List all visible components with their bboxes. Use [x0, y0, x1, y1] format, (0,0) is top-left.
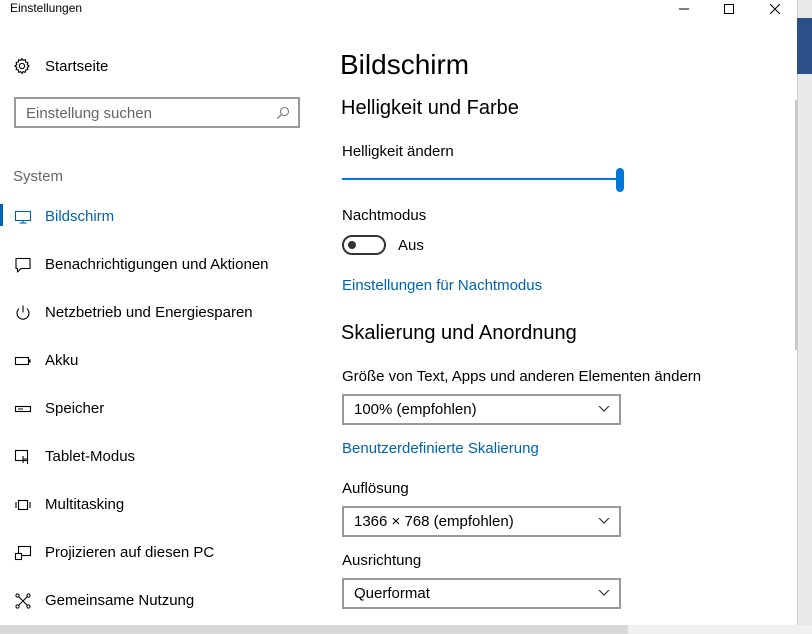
toggle-knob — [348, 241, 356, 249]
sidebar-item-gemeinsame-nutzung[interactable]: Gemeinsame Nutzung — [0, 590, 320, 614]
page-title: Bildschirm — [340, 49, 470, 80]
orientation-select[interactable]: Querformat — [342, 578, 621, 609]
window-title: Einstellungen — [10, 1, 83, 15]
close-button[interactable] — [752, 0, 797, 18]
search-icon[interactable] — [276, 106, 290, 120]
sidebar-item-tablet-modus[interactable]: Tablet-Modus — [0, 446, 320, 470]
sidebar-item-multitasking[interactable]: Multitasking — [0, 494, 320, 518]
sidebar-item-bildschirm[interactable]: Bildschirm — [0, 204, 320, 230]
minimize-icon — [679, 8, 689, 10]
night-mode-settings-link[interactable]: Einstellungen für Nachtmodus — [342, 277, 542, 294]
sidebar-item-akku[interactable]: Akku — [0, 350, 320, 374]
title-bar[interactable]: Einstellungen — [0, 0, 797, 18]
tablet-mode-icon — [14, 448, 32, 466]
orientation-select-value: Querformat — [354, 585, 430, 602]
sidebar-item-label: Tablet-Modus — [45, 448, 136, 465]
scale-select-value: 100% (empfohlen) — [354, 401, 477, 418]
multitasking-icon — [14, 496, 32, 514]
gear-icon — [14, 57, 30, 75]
active-indicator — [0, 204, 3, 226]
sidebar-item-label: Netzbetrieb und Energiesparen — [45, 304, 253, 321]
minimize-button[interactable] — [661, 0, 707, 18]
background-window-edge — [797, 18, 812, 74]
nav-home-label: Startseite — [45, 57, 109, 75]
night-mode-toggle[interactable] — [342, 235, 386, 255]
custom-scaling-link[interactable]: Benutzerdefinierte Skalierung — [342, 440, 539, 457]
maximize-icon — [724, 4, 734, 14]
monitor-icon — [14, 208, 32, 226]
settings-window: Einstellungen Startseite System Bildsch — [0, 0, 797, 625]
search-box[interactable] — [14, 97, 300, 128]
sidebar-item-label: Projizieren auf diesen PC — [45, 544, 215, 561]
sidebar-item-netzbetrieb[interactable]: Netzbetrieb und Energiesparen — [0, 302, 320, 326]
night-mode-label: Nachtmodus — [342, 207, 427, 224]
sidebar-item-label: Gemeinsame Nutzung — [45, 592, 195, 609]
project-icon — [14, 544, 32, 562]
notification-icon — [14, 256, 32, 274]
sidebar-item-projizieren[interactable]: Projizieren auf diesen PC — [0, 542, 320, 566]
brightness-slider[interactable] — [342, 168, 624, 192]
brightness-label: Helligkeit ändern — [342, 143, 454, 160]
background-strip — [0, 625, 812, 634]
scale-select[interactable]: 100% (empfohlen) — [342, 394, 621, 425]
sidebar-item-label: Bildschirm — [45, 208, 115, 225]
scale-label: Größe von Text, Apps und anderen Element… — [342, 368, 702, 385]
sidebar-item-benachrichtigungen[interactable]: Benachrichtigungen und Aktionen — [0, 254, 320, 278]
nav-home[interactable]: Startseite — [13, 55, 108, 77]
section-heading-scaling: Skalierung und Anordnung — [341, 322, 577, 344]
maximize-button[interactable] — [706, 0, 752, 18]
chevron-down-icon — [598, 589, 610, 596]
orientation-label: Ausrichtung — [342, 552, 422, 569]
shared-experiences-icon — [14, 592, 32, 610]
night-mode-state: Aus — [398, 237, 424, 254]
sidebar-item-label: Benachrichtigungen und Aktionen — [45, 256, 269, 273]
chevron-down-icon — [598, 517, 610, 524]
chevron-down-icon — [598, 405, 610, 412]
slider-track[interactable] — [342, 178, 624, 180]
resolution-select[interactable]: 1366 × 768 (empfohlen) — [342, 506, 621, 537]
sidebar-item-label: Multitasking — [45, 496, 125, 513]
scrollbar[interactable] — [795, 100, 797, 350]
slider-thumb[interactable] — [616, 168, 624, 192]
resolution-select-value: 1366 × 768 (empfohlen) — [354, 513, 514, 530]
resolution-label: Auflösung — [342, 480, 409, 497]
sidebar-item-speicher[interactable]: Speicher — [0, 398, 320, 422]
battery-icon — [14, 352, 32, 370]
search-input[interactable] — [26, 104, 266, 122]
sidebar-item-label: Akku — [45, 352, 79, 369]
storage-icon — [14, 400, 32, 418]
nav-section-heading: System — [13, 168, 64, 185]
sidebar-item-label: Speicher — [45, 400, 105, 417]
close-icon — [770, 4, 780, 14]
section-heading-brightness: Helligkeit und Farbe — [341, 97, 519, 119]
power-icon — [14, 304, 32, 322]
